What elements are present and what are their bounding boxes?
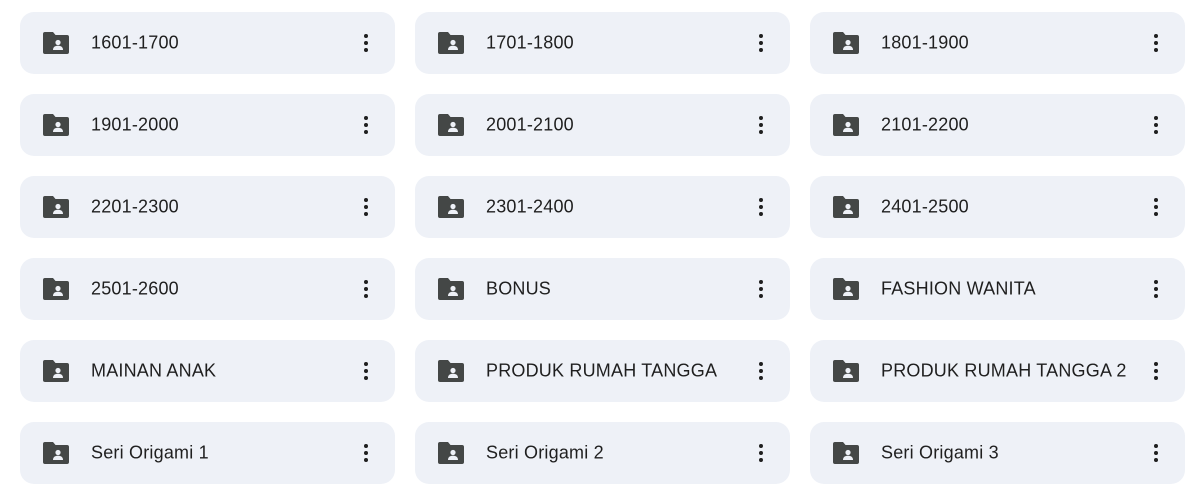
folder-card[interactable]: Seri Origami 3 — [810, 422, 1185, 484]
more-actions-button[interactable] — [1144, 274, 1168, 304]
more-vert-icon — [364, 444, 368, 462]
folder-name: BONUS — [486, 278, 552, 299]
folder-name: 2201-2300 — [91, 196, 179, 217]
shared-folder-icon — [438, 32, 464, 54]
more-vert-icon — [759, 444, 763, 462]
more-actions-button[interactable] — [354, 192, 378, 222]
folder-name: 1801-1900 — [881, 32, 969, 53]
more-vert-icon — [1154, 34, 1158, 52]
shared-folder-icon — [438, 360, 464, 382]
shared-folder-icon — [833, 32, 859, 54]
more-vert-icon — [1154, 116, 1158, 134]
folder-grid: 1601-1700 1701-1800 1801-1900 1901-2000 … — [20, 12, 1185, 484]
more-vert-icon — [759, 362, 763, 380]
shared-folder-icon — [833, 442, 859, 464]
shared-folder-icon — [43, 278, 69, 300]
folder-name: 2301-2400 — [486, 196, 574, 217]
folder-card[interactable]: MAINAN ANAK — [20, 340, 395, 402]
more-actions-button[interactable] — [354, 356, 378, 386]
shared-folder-icon — [438, 278, 464, 300]
folder-name: 1701-1800 — [486, 32, 574, 53]
folder-card[interactable]: PRODUK RUMAH TANGGA — [415, 340, 790, 402]
more-actions-button[interactable] — [1144, 110, 1168, 140]
folder-name: Seri Origami 2 — [486, 442, 604, 463]
more-vert-icon — [759, 280, 763, 298]
shared-folder-icon — [833, 278, 859, 300]
more-vert-icon — [759, 198, 763, 216]
folder-card[interactable]: Seri Origami 1 — [20, 422, 395, 484]
shared-folder-icon — [43, 196, 69, 218]
folder-name: 2001-2100 — [486, 114, 574, 135]
folder-card[interactable]: BONUS — [415, 258, 790, 320]
more-actions-button[interactable] — [354, 274, 378, 304]
folder-card[interactable]: 1901-2000 — [20, 94, 395, 156]
more-vert-icon — [364, 362, 368, 380]
folder-card[interactable]: PRODUK RUMAH TANGGA 2 — [810, 340, 1185, 402]
more-actions-button[interactable] — [749, 274, 773, 304]
folder-name: 2501-2600 — [91, 278, 179, 299]
more-actions-button[interactable] — [749, 28, 773, 58]
folder-name: Seri Origami 1 — [91, 442, 209, 463]
folder-name: 2101-2200 — [881, 114, 969, 135]
more-vert-icon — [1154, 444, 1158, 462]
folder-card[interactable]: 2501-2600 — [20, 258, 395, 320]
folder-card[interactable]: 2101-2200 — [810, 94, 1185, 156]
more-actions-button[interactable] — [749, 356, 773, 386]
more-actions-button[interactable] — [1144, 28, 1168, 58]
shared-folder-icon — [43, 442, 69, 464]
shared-folder-icon — [833, 114, 859, 136]
more-actions-button[interactable] — [1144, 192, 1168, 222]
folder-card[interactable]: 2001-2100 — [415, 94, 790, 156]
more-actions-button[interactable] — [749, 192, 773, 222]
folder-name: PRODUK RUMAH TANGGA — [486, 360, 718, 381]
more-vert-icon — [759, 34, 763, 52]
more-actions-button[interactable] — [354, 110, 378, 140]
folder-card[interactable]: 1701-1800 — [415, 12, 790, 74]
folder-name: 2401-2500 — [881, 196, 969, 217]
more-vert-icon — [1154, 362, 1158, 380]
folder-card[interactable]: 2401-2500 — [810, 176, 1185, 238]
folder-card[interactable]: 2201-2300 — [20, 176, 395, 238]
more-actions-button[interactable] — [749, 110, 773, 140]
folder-name: Seri Origami 3 — [881, 442, 999, 463]
folder-name: FASHION WANITA — [881, 278, 1036, 299]
more-vert-icon — [1154, 198, 1158, 216]
folder-card[interactable]: 2301-2400 — [415, 176, 790, 238]
folder-name: 1901-2000 — [91, 114, 179, 135]
folder-name: MAINAN ANAK — [91, 360, 217, 381]
more-actions-button[interactable] — [354, 438, 378, 468]
more-actions-button[interactable] — [354, 28, 378, 58]
more-vert-icon — [1154, 280, 1158, 298]
shared-folder-icon — [438, 196, 464, 218]
shared-folder-icon — [833, 196, 859, 218]
shared-folder-icon — [43, 360, 69, 382]
more-vert-icon — [364, 198, 368, 216]
shared-folder-icon — [43, 114, 69, 136]
folder-name: PRODUK RUMAH TANGGA 2 — [881, 360, 1127, 381]
more-vert-icon — [364, 116, 368, 134]
more-actions-button[interactable] — [1144, 438, 1168, 468]
more-actions-button[interactable] — [749, 438, 773, 468]
shared-folder-icon — [833, 360, 859, 382]
shared-folder-icon — [438, 442, 464, 464]
folder-card[interactable]: Seri Origami 2 — [415, 422, 790, 484]
folder-card[interactable]: 1801-1900 — [810, 12, 1185, 74]
shared-folder-icon — [438, 114, 464, 136]
shared-folder-icon — [43, 32, 69, 54]
folder-name: 1601-1700 — [91, 32, 179, 53]
more-vert-icon — [364, 280, 368, 298]
folder-card[interactable]: 1601-1700 — [20, 12, 395, 74]
folder-card[interactable]: FASHION WANITA — [810, 258, 1185, 320]
more-vert-icon — [364, 34, 368, 52]
more-vert-icon — [759, 116, 763, 134]
more-actions-button[interactable] — [1144, 356, 1168, 386]
